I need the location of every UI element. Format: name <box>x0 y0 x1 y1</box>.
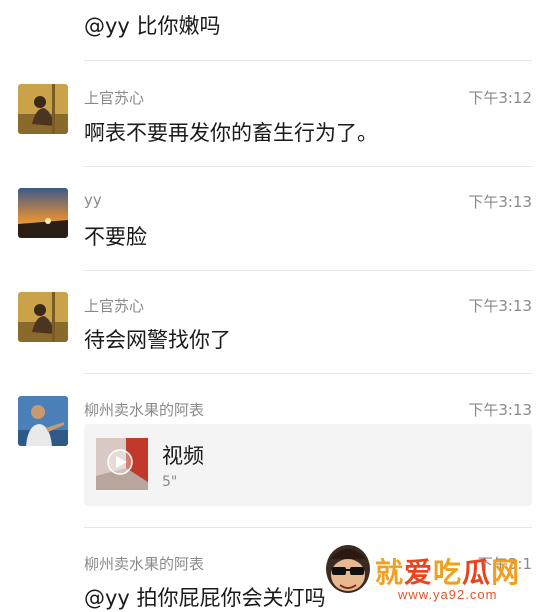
person-sitting-avatar-icon <box>18 292 68 342</box>
video-thumbnail[interactable] <box>96 438 148 490</box>
message-text[interactable]: @yy 拍你屁屁你会关灯吗 <box>84 582 326 612</box>
man-pointing-avatar-icon <box>18 396 68 446</box>
sender-name: 柳州卖水果的阿表 <box>84 555 205 573</box>
person-sitting-avatar-icon <box>18 84 68 134</box>
timestamp: 下午3:12 <box>468 89 532 107</box>
divider <box>84 166 532 167</box>
watermark-char: 网 <box>491 556 521 589</box>
sender-name: yy <box>84 191 102 209</box>
avatar[interactable] <box>18 188 68 238</box>
video-title: 视频 <box>162 444 204 468</box>
message-text[interactable]: 不要脸 <box>84 221 147 251</box>
watermark-char: 就 <box>375 556 405 589</box>
avatar[interactable] <box>18 396 68 446</box>
video-message-card[interactable]: 视频 5" <box>84 424 532 506</box>
timestamp: 下午3:13 <box>468 193 532 211</box>
sender-name: 柳州卖水果的阿表 <box>84 401 205 419</box>
sender-name: 上官苏心 <box>84 89 145 107</box>
video-duration: 5" <box>162 474 178 490</box>
divider <box>84 373 532 374</box>
watermark-url: www.ya92.com <box>398 587 498 602</box>
timestamp: 下午3:13 <box>468 297 532 315</box>
timestamp: 下午3:13 <box>468 401 532 419</box>
divider <box>84 527 532 528</box>
message-text[interactable]: 待会网警找你了 <box>84 324 231 354</box>
watermark-char: 瓜 <box>462 556 492 589</box>
watermark-title: 就爱吃瓜网 <box>375 551 520 591</box>
message-text[interactable]: @yy 比你嫩吗 <box>84 10 221 40</box>
watermark-char: 爱 <box>404 556 434 589</box>
avatar[interactable] <box>18 84 68 134</box>
avatar[interactable] <box>18 292 68 342</box>
divider <box>84 270 532 271</box>
watermark-char: 吃 <box>433 556 463 589</box>
mascot-logo-icon <box>326 545 370 593</box>
sender-name: 上官苏心 <box>84 297 145 315</box>
message-text[interactable]: 啊表不要再发你的畜生行为了。 <box>84 117 378 147</box>
sunset-avatar-icon <box>18 188 68 238</box>
divider <box>84 60 532 61</box>
site-watermark: 就爱吃瓜网 www.ya92.com <box>320 537 550 609</box>
